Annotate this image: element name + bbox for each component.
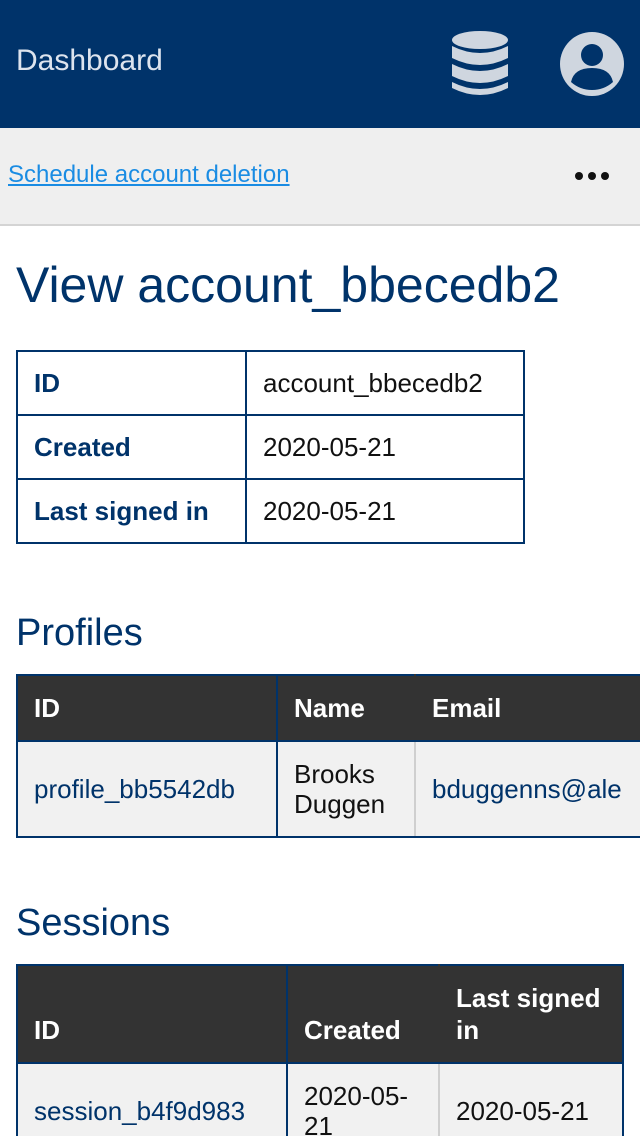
action-bar: Schedule account deletion xyxy=(0,128,640,226)
session-id-cell: session_b4f9d983 xyxy=(16,1062,288,1136)
top-nav-bar: Dashboard xyxy=(0,0,640,128)
table-row: profile_bb5542db Brooks Duggen bduggenns… xyxy=(16,740,640,838)
session-last-signed-in-cell: 2020-05-21 xyxy=(438,1062,624,1136)
session-id-link[interactable]: session_b4f9d983 xyxy=(34,1096,245,1126)
more-options-icon[interactable] xyxy=(574,168,610,184)
profiles-table: ID Name Email profile_bb5542db Brooks Du… xyxy=(16,674,640,838)
account-created-value: 2020-05-21 xyxy=(245,414,525,480)
database-icon[interactable] xyxy=(448,30,512,98)
account-id-label: ID xyxy=(16,350,247,416)
sessions-col-created: Created xyxy=(286,964,440,1064)
user-account-icon[interactable] xyxy=(558,30,626,98)
account-row-last-signed-in: Last signed in 2020-05-21 xyxy=(16,478,525,544)
account-row-created: Created 2020-05-21 xyxy=(16,414,525,480)
dashboard-link[interactable]: Dashboard xyxy=(16,44,163,78)
account-created-label: Created xyxy=(16,414,247,480)
profile-email-link[interactable]: bduggenns@ale xyxy=(432,774,622,804)
sessions-heading: Sessions xyxy=(16,902,171,944)
profile-id-cell: profile_bb5542db xyxy=(16,740,278,838)
profile-name-cell: Brooks Duggen xyxy=(276,740,416,838)
session-created-cell: 2020-05-21 xyxy=(286,1062,440,1136)
account-summary-table: ID account_bbecedb2 Created 2020-05-21 L… xyxy=(16,350,525,544)
account-last-signed-in-label: Last signed in xyxy=(16,478,247,544)
schedule-account-deletion-link[interactable]: Schedule account deletion xyxy=(8,161,290,189)
account-id-value: account_bbecedb2 xyxy=(245,350,525,416)
sessions-col-last-signed-in: Last signed in xyxy=(438,964,624,1064)
account-row-id: ID account_bbecedb2 xyxy=(16,350,525,416)
profile-id-link[interactable]: profile_bb5542db xyxy=(34,774,235,804)
sessions-header-row: ID Created Last signed in xyxy=(16,964,624,1064)
profiles-heading: Profiles xyxy=(16,612,143,654)
sessions-col-id: ID xyxy=(16,964,288,1064)
page: Dashboard Schedule account deletion View… xyxy=(0,0,640,1136)
profile-email-cell: bduggenns@ale xyxy=(414,740,640,838)
page-title: View account_bbecedb2 xyxy=(16,257,560,313)
profiles-col-id: ID xyxy=(16,674,278,742)
profiles-col-name: Name xyxy=(276,674,416,742)
account-last-signed-in-value: 2020-05-21 xyxy=(245,478,525,544)
profiles-col-email: Email xyxy=(414,674,640,742)
sessions-table: ID Created Last signed in session_b4f9d9… xyxy=(16,964,624,1136)
table-row: session_b4f9d983 2020-05-21 2020-05-21 xyxy=(16,1062,624,1136)
profiles-header-row: ID Name Email xyxy=(16,674,640,742)
